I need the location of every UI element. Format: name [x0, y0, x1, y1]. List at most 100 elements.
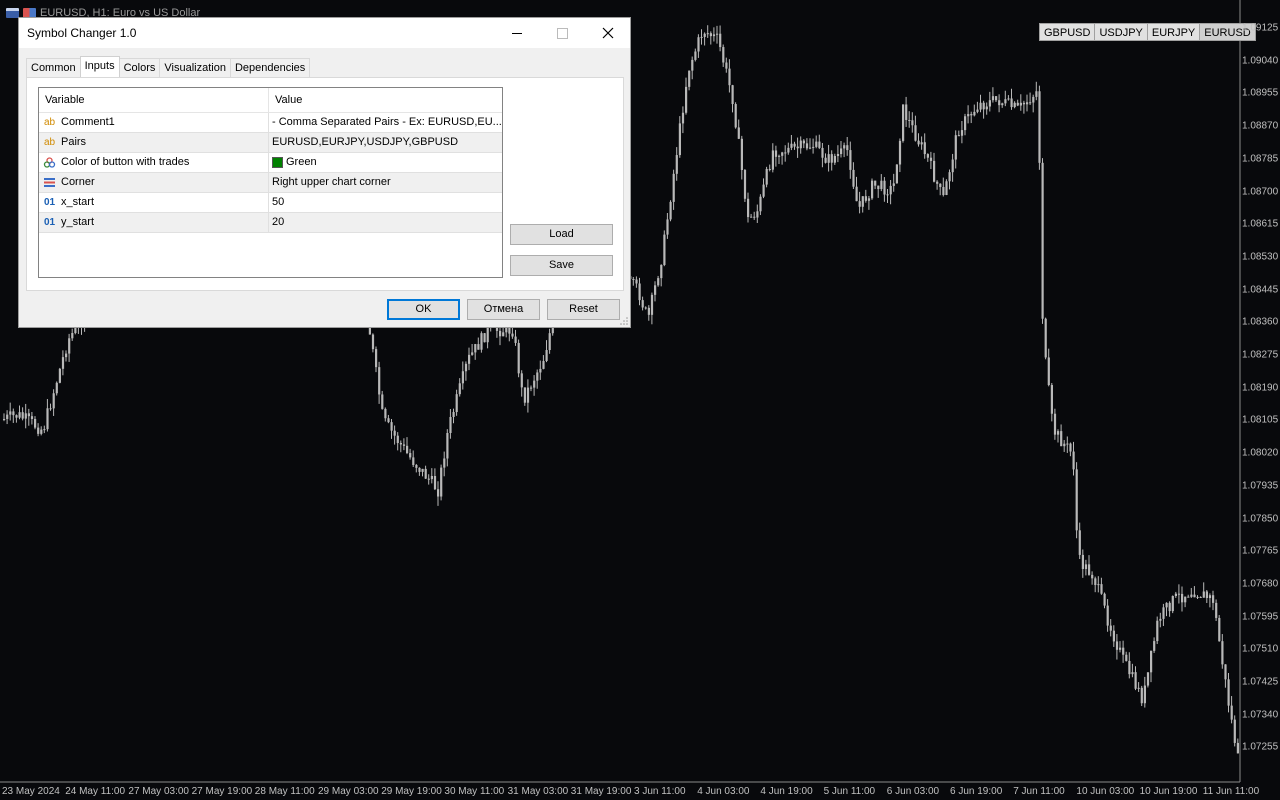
candle-body	[836, 154, 840, 157]
inputs-panel: Variable Value ab Comment1 - Comma Separa…	[26, 77, 624, 291]
symbol-button-bar: GBPUSD USDJPY EURJPY EURUSD	[1039, 23, 1256, 41]
candle-body	[452, 412, 455, 417]
candle-body	[30, 416, 34, 419]
tab-common[interactable]: Common	[26, 58, 81, 78]
candle-body	[979, 102, 982, 110]
candle-body	[412, 457, 415, 465]
candle-body	[1094, 578, 1097, 586]
candle-body	[988, 100, 991, 107]
candle-body	[933, 160, 936, 182]
color-palette-icon	[43, 157, 56, 168]
candle-body	[530, 387, 533, 389]
candle-body	[371, 334, 375, 350]
candle-body	[948, 172, 951, 182]
resize-grip-icon[interactable]	[620, 317, 628, 325]
price-label: 1.08020	[1242, 447, 1279, 459]
price-label: 1.07680	[1242, 578, 1279, 590]
time-label: 29 May 03:00	[318, 786, 379, 797]
candle-body	[1236, 742, 1239, 754]
candle-body	[675, 155, 678, 174]
symbol-button-eurjpy[interactable]: EURJPY	[1146, 23, 1201, 41]
candle-body	[985, 106, 988, 110]
value-text: Green	[286, 156, 317, 168]
candle-body	[852, 169, 855, 187]
candle-body	[1029, 102, 1032, 104]
candle-body	[464, 363, 468, 372]
candle-body	[722, 47, 725, 63]
string-type-icon: ab	[43, 137, 56, 148]
candle-body	[458, 383, 461, 395]
symbol-button-usdjpy[interactable]: USDJPY	[1094, 23, 1148, 41]
candle-body	[483, 333, 486, 343]
cancel-button[interactable]: Отмена	[467, 299, 540, 320]
candle-body	[384, 408, 387, 419]
price-label: 1.07425	[1242, 676, 1279, 688]
dialog-titlebar[interactable]: Symbol Changer 1.0	[19, 18, 630, 48]
candle-body	[415, 464, 418, 468]
ok-button[interactable]: OK	[387, 299, 460, 320]
value-cell[interactable]: Right upper chart corner	[269, 173, 502, 192]
candle-body	[951, 159, 954, 173]
value-text: Right upper chart corner	[272, 176, 391, 188]
value-cell[interactable]: EURUSD,EURJPY,USDJPY,GBPUSD	[269, 133, 502, 152]
value-cell[interactable]: 20	[269, 213, 502, 232]
candle-body	[635, 279, 638, 284]
time-label: 4 Jun 03:00	[697, 786, 750, 797]
column-header-variable[interactable]: Variable	[39, 88, 269, 112]
tab-colors[interactable]: Colors	[118, 58, 161, 78]
value-cell[interactable]: - Comma Separated Pairs - Ex: EURUSD,EU.…	[269, 113, 502, 132]
candle-body	[843, 145, 846, 149]
value-text: - Comma Separated Pairs - Ex: EURUSD,EU.…	[272, 116, 502, 128]
variable-cell: Corner	[39, 173, 269, 192]
candle-body	[437, 489, 440, 497]
candle-body	[71, 333, 74, 339]
candle-body	[34, 418, 37, 428]
candle-body	[877, 185, 880, 190]
tab-inputs[interactable]: Inputs	[79, 56, 120, 79]
value-cell[interactable]: Green	[269, 153, 502, 172]
tab-visualization[interactable]: Visualization	[159, 58, 231, 78]
value-cell[interactable]: 50	[269, 193, 502, 212]
candle-body	[387, 418, 390, 423]
candle-body	[787, 147, 790, 153]
input-row-comment1[interactable]: ab Comment1 - Comma Separated Pairs - Ex:…	[39, 113, 502, 133]
input-row-x-start[interactable]: 01 x_start 50	[39, 193, 502, 213]
candle-body	[716, 33, 719, 35]
input-row-pairs[interactable]: ab Pairs EURUSD,EURJPY,USDJPY,GBPUSD	[39, 133, 502, 153]
candle-body	[1128, 660, 1131, 675]
candle-body	[964, 116, 967, 131]
candle-body	[402, 444, 406, 446]
candle-body	[1035, 91, 1038, 97]
time-label: 3 Jun 11:00	[634, 786, 686, 797]
input-row-corner[interactable]: Corner Right upper chart corner	[39, 173, 502, 193]
input-row-color[interactable]: Color of button with trades Green	[39, 153, 502, 173]
candle-body	[914, 125, 917, 141]
time-label: 29 May 19:00	[381, 786, 442, 797]
column-header-value[interactable]: Value	[269, 88, 302, 112]
load-button[interactable]: Load	[510, 224, 613, 245]
tab-dependencies[interactable]: Dependencies	[229, 58, 311, 78]
candle-body	[43, 429, 46, 431]
candle-body	[533, 380, 536, 388]
minimize-button[interactable]	[494, 18, 540, 48]
candle-body	[725, 62, 728, 69]
price-label: 1.08105	[1242, 414, 1279, 426]
candle-body	[1156, 620, 1159, 642]
close-button[interactable]	[585, 18, 631, 48]
save-button[interactable]: Save	[510, 255, 613, 276]
candle-body	[548, 333, 551, 351]
candle-body	[765, 168, 768, 185]
candle-body	[728, 68, 731, 86]
input-row-y-start[interactable]: 01 y_start 20	[39, 213, 502, 233]
candle-body	[1143, 685, 1146, 704]
price-label: 1.07935	[1242, 480, 1279, 492]
candle-body	[973, 111, 976, 116]
reset-button[interactable]: Reset	[547, 299, 620, 320]
candle-body	[840, 148, 843, 155]
symbol-button-gbpusd[interactable]: GBPUSD	[1039, 23, 1096, 41]
candle-body	[784, 152, 787, 154]
candle-body	[731, 85, 734, 105]
candle-body	[917, 140, 920, 145]
candle-body	[61, 357, 65, 369]
value-text: 50	[272, 196, 285, 208]
